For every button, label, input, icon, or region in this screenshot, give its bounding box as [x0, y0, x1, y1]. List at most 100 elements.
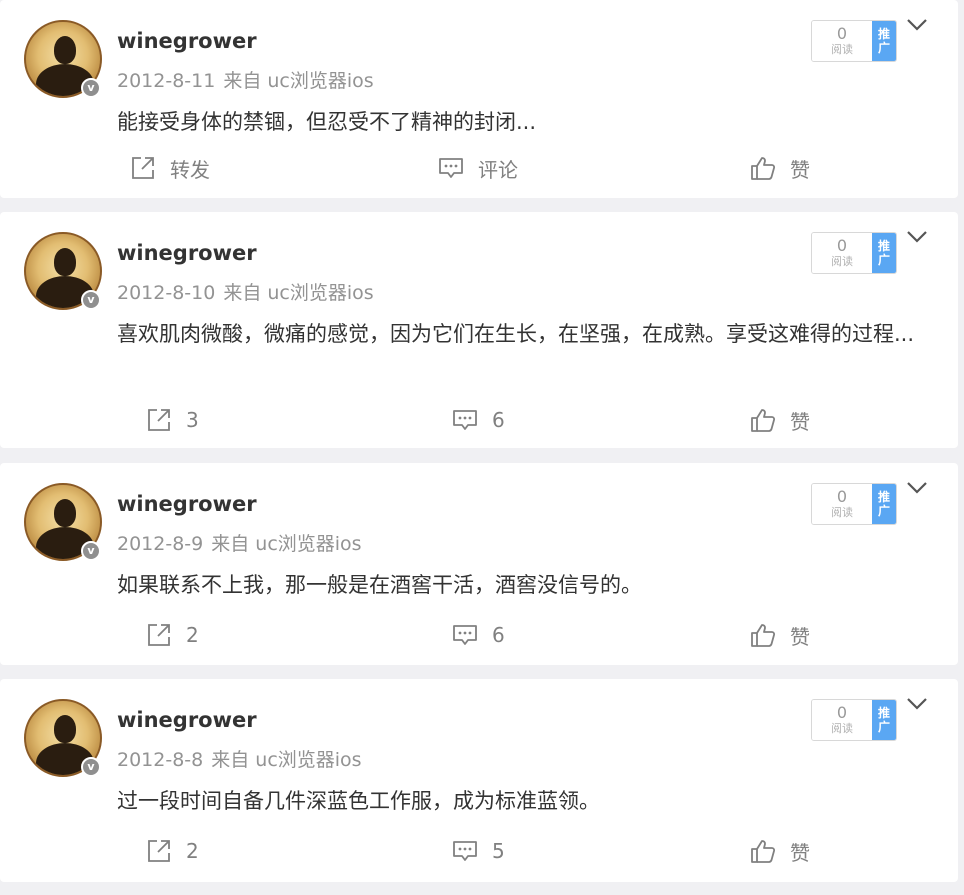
feed-card: v winegrower 2012-8-10 来自 uc浏览器ios 喜欢肌肉微酸… [0, 212, 958, 448]
comment-button[interactable]: 6 [452, 615, 505, 655]
comment-icon [452, 622, 478, 648]
promote-label-2: 广 [877, 253, 890, 267]
chevron-down-icon[interactable] [904, 693, 930, 715]
comment-count: 6 [492, 408, 505, 432]
promote-label-1: 推 [877, 239, 890, 253]
thumbs-up-icon [750, 838, 776, 864]
post-date[interactable]: 2012-8-10 [117, 282, 215, 304]
author-name[interactable]: winegrower [117, 29, 257, 53]
repost-label: 转发 [170, 157, 210, 182]
read-count: 0 [836, 702, 848, 722]
avatar-silhouette-head [54, 715, 76, 743]
promote-label-1: 推 [877, 27, 890, 41]
repost-button[interactable]: 转发 [130, 148, 210, 188]
promote-button[interactable]: 推广 [872, 233, 896, 273]
promote-label-1: 推 [877, 490, 890, 504]
post-source: 来自 uc浏览器ios [211, 749, 362, 771]
avatar-silhouette-head [54, 248, 76, 276]
share-icon [146, 407, 172, 433]
repost-button[interactable]: 2 [146, 831, 199, 871]
comment-button[interactable]: 评论 [438, 148, 518, 188]
read-count-label: 阅读 [831, 505, 853, 519]
action-bar: 转发 评论 赞 [0, 148, 958, 188]
promote-label-2: 广 [877, 41, 890, 55]
post-content: 过一段时间自备几件深蓝色工作服，成为标准蓝领。 [117, 789, 600, 813]
thumbs-up-icon [750, 155, 776, 181]
read-count-label: 阅读 [831, 721, 853, 735]
like-button[interactable]: 赞 [750, 615, 810, 655]
like-label: 赞 [790, 409, 810, 434]
verified-badge-icon: v [81, 78, 101, 98]
comment-icon [452, 838, 478, 864]
post-date[interactable]: 2012-8-11 [117, 70, 215, 92]
comment-count: 5 [492, 839, 505, 863]
promote-label-2: 广 [877, 504, 890, 518]
read-count: 0 [836, 235, 848, 255]
read-count: 0 [836, 23, 848, 43]
action-bar: 2 5 赞 [0, 831, 958, 871]
post-source: 来自 uc浏览器ios [223, 282, 374, 304]
comment-label: 评论 [478, 157, 518, 182]
share-icon [146, 838, 172, 864]
read-promote-widget: 0 阅读 推广 [811, 699, 897, 741]
promote-label-1: 推 [877, 706, 890, 720]
read-promote-widget: 0 阅读 推广 [811, 20, 897, 62]
promote-button[interactable]: 推广 [872, 21, 896, 61]
feed-card: v winegrower 2012-8-9 来自 uc浏览器ios 如果联系不上我… [0, 463, 958, 665]
author-name[interactable]: winegrower [117, 708, 257, 732]
repost-count: 2 [186, 839, 199, 863]
thumbs-up-icon [750, 622, 776, 648]
promote-button[interactable]: 推广 [872, 700, 896, 740]
promote-button[interactable]: 推广 [872, 484, 896, 524]
read-count-area: 0 阅读 [812, 233, 872, 273]
post-meta: 2012-8-10 来自 uc浏览器ios [117, 278, 374, 305]
post-date[interactable]: 2012-8-8 [117, 749, 203, 771]
comment-button[interactable]: 6 [452, 400, 505, 440]
read-count-label: 阅读 [831, 42, 853, 56]
post-meta: 2012-8-8 来自 uc浏览器ios [117, 745, 362, 772]
read-count-area: 0 阅读 [812, 21, 872, 61]
action-bar: 2 6 赞 [0, 615, 958, 655]
like-label: 赞 [790, 840, 810, 865]
author-name[interactable]: winegrower [117, 492, 257, 516]
post-date[interactable]: 2012-8-9 [117, 533, 203, 555]
chevron-down-icon[interactable] [904, 226, 930, 248]
repost-count: 2 [186, 623, 199, 647]
like-button[interactable]: 赞 [750, 831, 810, 871]
like-button[interactable]: 赞 [750, 400, 810, 440]
chevron-down-icon[interactable] [904, 14, 930, 36]
post-content: 能接受身体的禁锢，但忍受不了精神的封闭... [117, 110, 537, 134]
read-count-label: 阅读 [831, 254, 853, 268]
post-source: 来自 uc浏览器ios [211, 533, 362, 555]
read-promote-widget: 0 阅读 推广 [811, 232, 897, 274]
thumbs-up-icon [750, 407, 776, 433]
post-meta: 2012-8-9 来自 uc浏览器ios [117, 529, 362, 556]
feed-card: v winegrower 2012-8-8 来自 uc浏览器ios 过一段时间自备… [0, 679, 958, 882]
like-label: 赞 [790, 157, 810, 182]
action-bar: 3 6 赞 [0, 400, 958, 440]
verified-badge-icon: v [81, 757, 101, 777]
post-content: 喜欢肌肉微酸，微痛的感觉，因为它们在生长，在坚强，在成熟。享受这难得的过程... [117, 322, 915, 346]
comment-icon [438, 155, 464, 181]
promote-label-2: 广 [877, 720, 890, 734]
repost-button[interactable]: 3 [146, 400, 199, 440]
verified-badge-icon: v [81, 541, 101, 561]
repost-button[interactable]: 2 [146, 615, 199, 655]
verified-badge-icon: v [81, 290, 101, 310]
post-meta: 2012-8-11 来自 uc浏览器ios [117, 66, 374, 93]
comment-count: 6 [492, 623, 505, 647]
post-content: 如果联系不上我，那一般是在酒窖干活，酒窖没信号的。 [117, 573, 642, 597]
comment-button[interactable]: 5 [452, 831, 505, 871]
author-name[interactable]: winegrower [117, 241, 257, 265]
comment-icon [452, 407, 478, 433]
chevron-down-icon[interactable] [904, 477, 930, 499]
like-label: 赞 [790, 624, 810, 649]
post-source: 来自 uc浏览器ios [223, 70, 374, 92]
feed-card: v winegrower 2012-8-11 来自 uc浏览器ios 能接受身体的… [0, 0, 958, 198]
read-count-area: 0 阅读 [812, 700, 872, 740]
repost-count: 3 [186, 408, 199, 432]
read-count-area: 0 阅读 [812, 484, 872, 524]
like-button[interactable]: 赞 [750, 148, 810, 188]
avatar-silhouette-head [54, 499, 76, 527]
avatar-silhouette-head [54, 36, 76, 64]
